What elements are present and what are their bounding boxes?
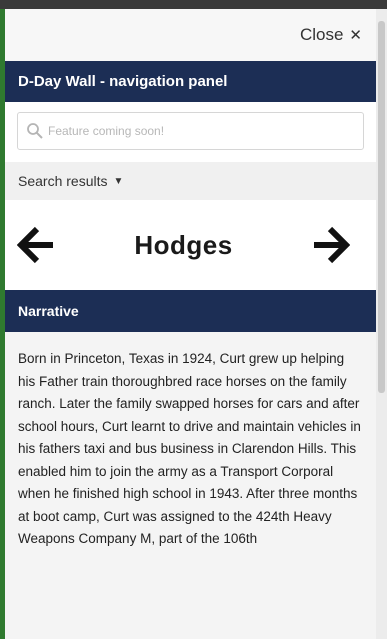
app-frame: Close ✕ D-Day Wall - navigation panel Se…	[0, 0, 387, 639]
navigation-panel: Close ✕ D-Day Wall - navigation panel Se…	[5, 9, 376, 639]
scrollbar-track[interactable]	[376, 9, 387, 639]
narrative-paragraph: Born in Princeton, Texas in 1924, Curt g…	[18, 351, 361, 546]
close-label: Close	[299, 25, 344, 44]
search-area	[5, 102, 376, 162]
search-box[interactable]	[17, 112, 364, 150]
scrollbar-thumb[interactable]	[378, 21, 385, 393]
panel-title: D-Day Wall - navigation panel	[5, 61, 376, 102]
arrow-left-icon	[17, 226, 53, 264]
arrow-right-icon	[314, 226, 350, 264]
close-button[interactable]: Close ✕	[300, 25, 362, 45]
person-navigation: Hodges	[5, 200, 376, 290]
panel-title-text: D-Day Wall - navigation panel	[18, 73, 228, 90]
search-icon	[27, 123, 43, 139]
narrative-title: Narrative	[18, 303, 79, 319]
caret-down-icon: ▼	[113, 175, 124, 187]
window-top-bar	[0, 0, 387, 9]
next-button[interactable]	[312, 225, 350, 265]
person-name: Hodges	[134, 229, 233, 260]
previous-button[interactable]	[17, 225, 55, 265]
close-icon: ✕	[349, 26, 362, 44]
close-row: Close ✕	[5, 9, 376, 61]
search-results-label: Search results	[18, 173, 108, 189]
narrative-text: Born in Princeton, Texas in 1924, Curt g…	[5, 332, 376, 551]
narrative-header: Narrative	[5, 290, 376, 332]
search-results-dropdown[interactable]: Search results ▼	[5, 162, 376, 200]
search-input[interactable]	[48, 124, 338, 138]
